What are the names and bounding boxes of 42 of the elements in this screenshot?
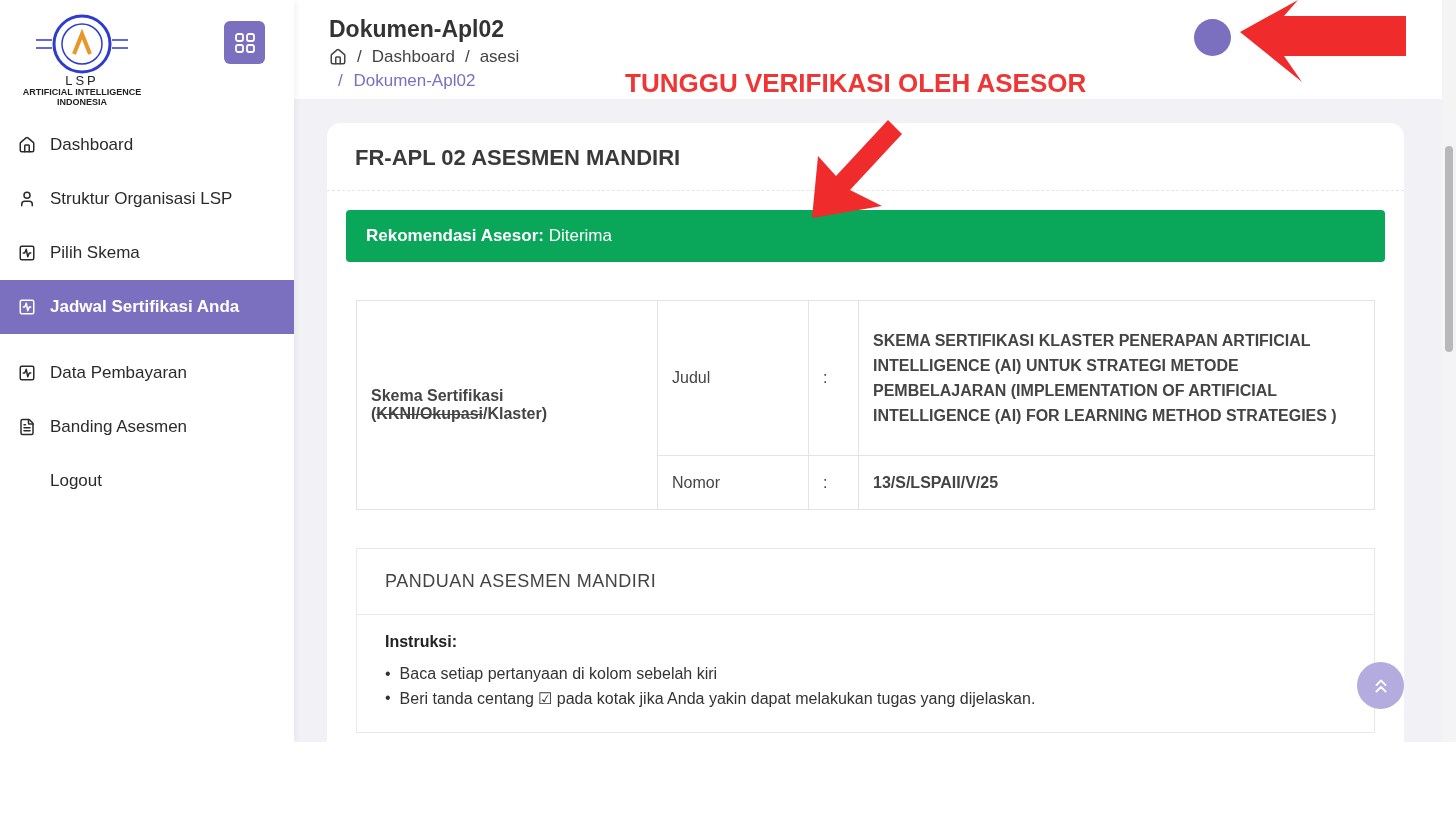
chart-icon <box>18 298 36 316</box>
table-cell: Skema Sertifikasi (KKNI/Okupasi/Klaster) <box>356 300 658 510</box>
chart-icon <box>18 244 36 262</box>
apps-button[interactable] <box>224 21 265 64</box>
instruction-text: Baca setiap pertanyaan di kolom sebelah kiri <box>399 665 718 683</box>
breadcrumb-link[interactable]: Dashboard <box>371 47 455 67</box>
table-cell: : <box>808 455 859 510</box>
chart-icon <box>18 364 36 382</box>
breadcrumb-current: / Dokumen-Apl02 <box>337 71 476 91</box>
document-icon <box>18 418 36 436</box>
instruction-text: Beri tanda centang ☑ pada kotak jika Anda yakin dapat melakukan tugas yang dijelaskan. <box>399 689 1036 708</box>
sidebar-item[interactable]: Dashboard <box>0 118 294 172</box>
sidebar-item[interactable]: Banding Asesmen <box>0 400 294 454</box>
logo-title: LSP <box>65 74 99 87</box>
sidebar-item[interactable]: Pilih Skema <box>0 226 294 280</box>
bullet: • <box>385 689 391 708</box>
panel-title: PANDUAN ASESMEN MANDIRI <box>357 549 1374 615</box>
table-cell: SKEMA SERTIFIKASI KLASTER PENERAPAN ARTIFICIAL INTELLIGENCE (AI) UNTUK STRATEGI METODE PEMBELAJARAN (IMPLEMENTATION OF ARTIFICIAL INTELLIGENCE (AI) FOR LEARNING METHOD STRATEGIES ) <box>858 300 1375 456</box>
scrollbar-thumb[interactable] <box>1445 146 1453 352</box>
table-cell: Nomor <box>657 455 809 510</box>
home-icon <box>18 136 36 154</box>
page-title: Dokumen-Apl02 <box>329 16 506 43</box>
instructions-label: Instruksi: <box>385 633 458 651</box>
table-cell: Judul <box>657 300 809 456</box>
grid-icon <box>233 31 256 54</box>
user-icon <box>18 190 36 208</box>
breadcrumb-link[interactable]: asesi <box>479 47 520 67</box>
sidebar-item[interactable]: Struktur Organisasi LSP <box>0 172 294 226</box>
sidebar-item[interactable]: Jadwal Sertifikasi Anda <box>0 280 294 334</box>
logo-subtitle: ARTIFICIAL INTELLIGENCE <box>22 87 142 97</box>
bullet: • <box>385 665 391 683</box>
breadcrumb-separator: / <box>357 47 362 67</box>
table-cell: 13/S/LSPAII/V/25 <box>858 455 1375 510</box>
table-cell: : <box>808 300 859 456</box>
sidebar-item[interactable]: Logout <box>0 454 294 508</box>
recommendation-banner: Rekomendasi Asesor: Diterima <box>346 210 1385 262</box>
home-icon[interactable] <box>329 48 347 66</box>
avatar[interactable] <box>1194 19 1231 56</box>
annotation-text: TUNGGU VERIFIKASI OLEH ASESOR <box>625 68 1087 99</box>
sidebar-item[interactable]: Data Pembayaran <box>0 346 294 400</box>
logo-subtitle: INDONESIA <box>57 97 107 107</box>
breadcrumb-separator: / <box>464 47 470 67</box>
